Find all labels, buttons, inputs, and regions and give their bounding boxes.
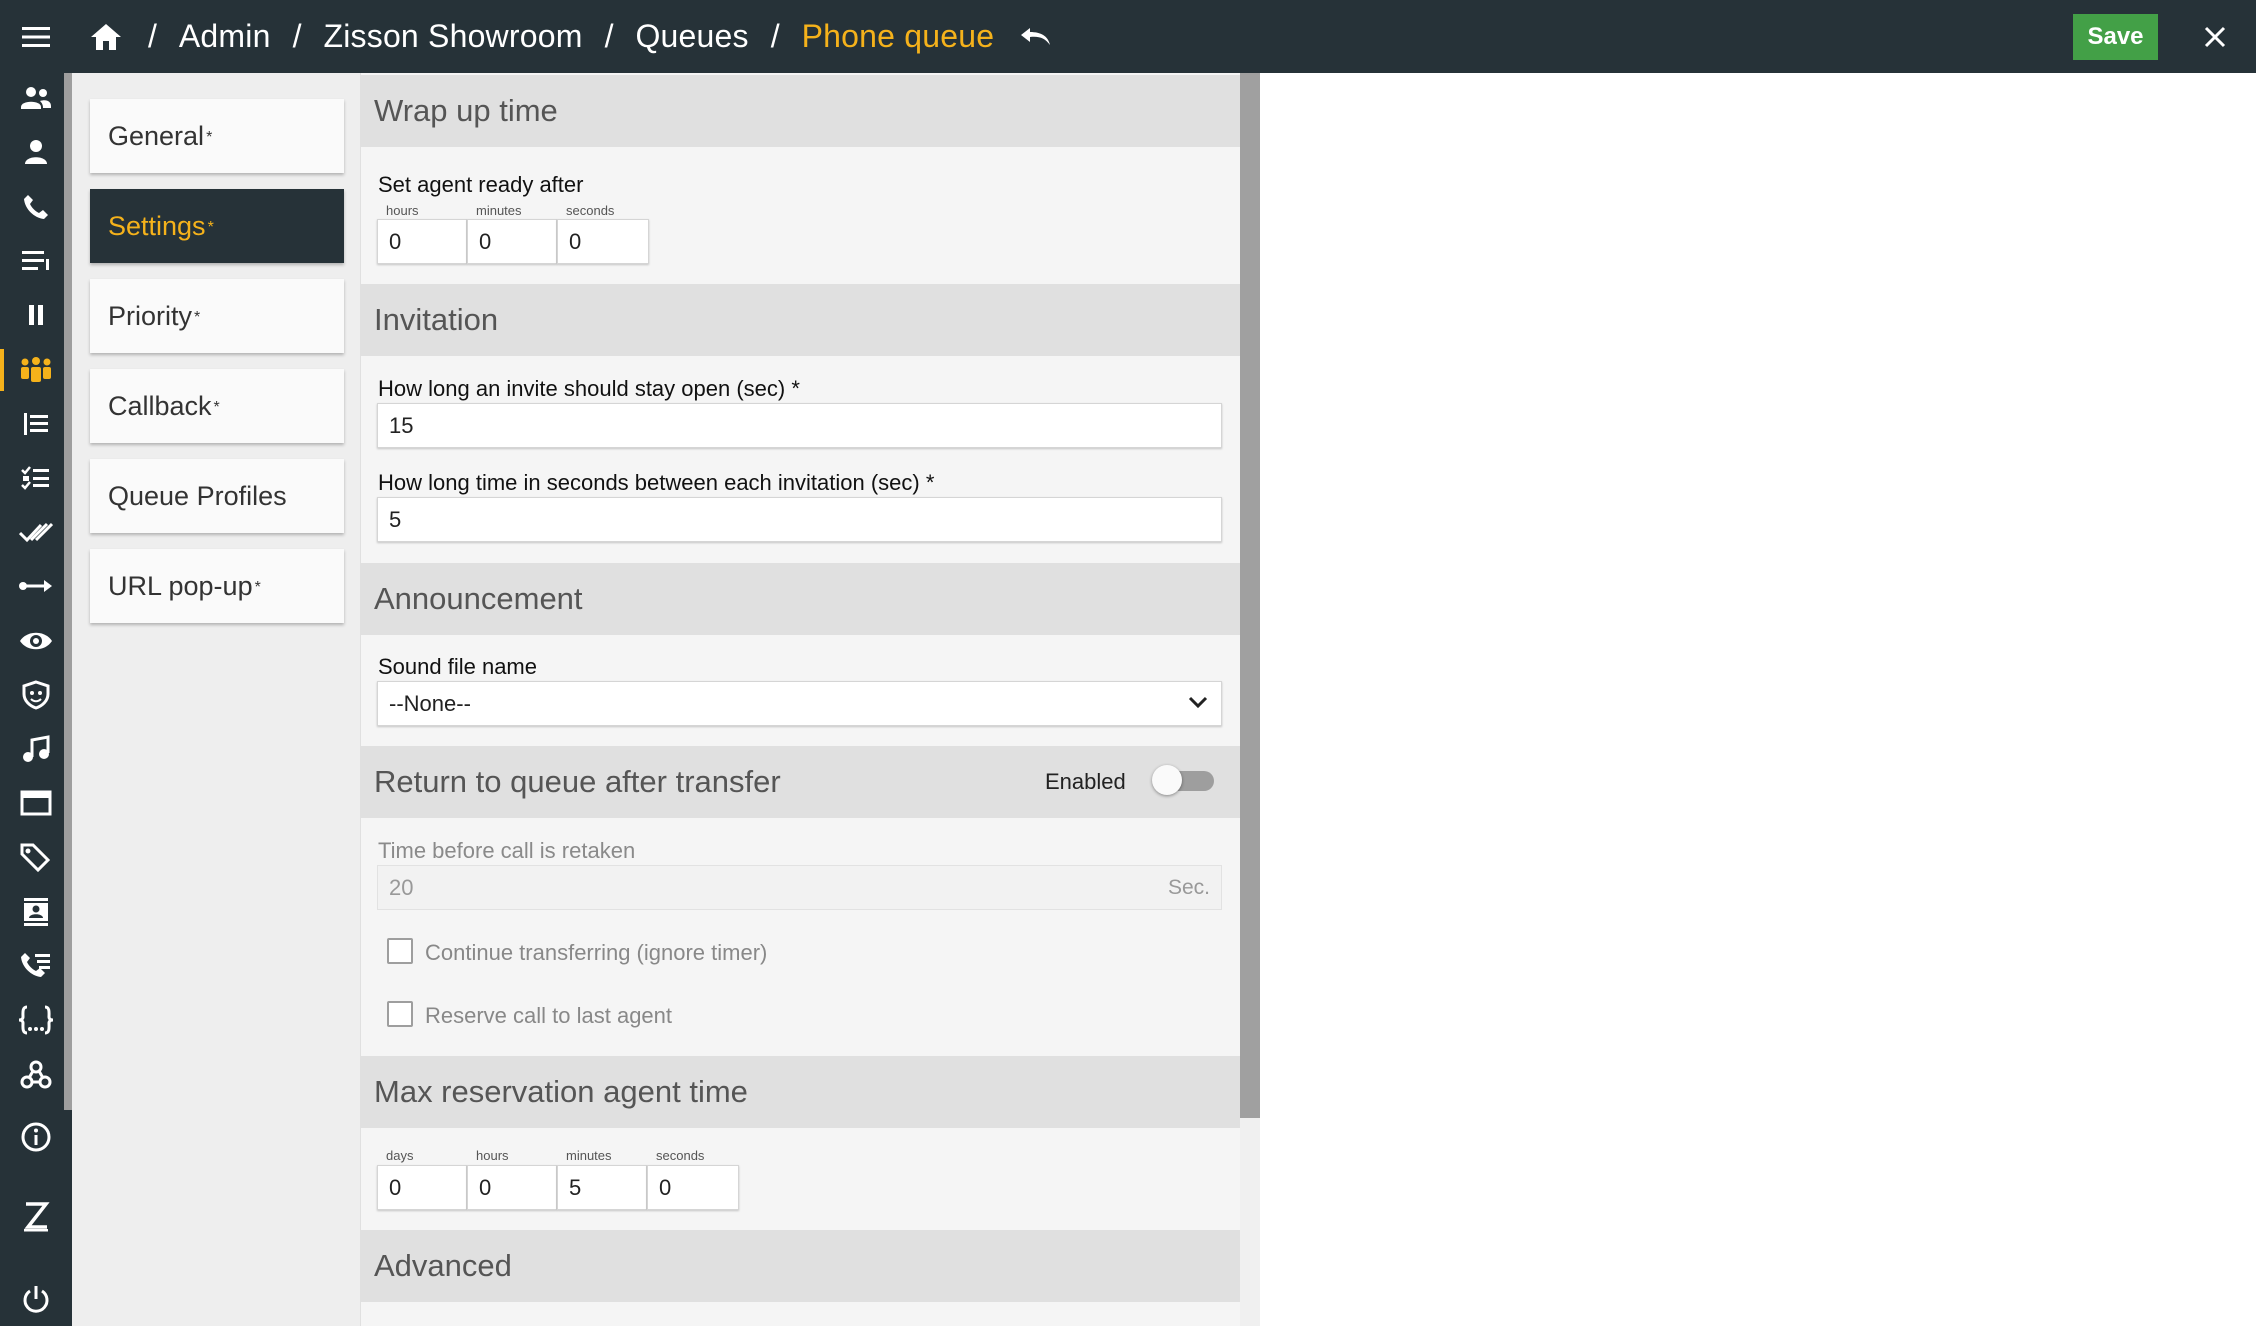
invite-open-input[interactable]: 15 (377, 403, 1222, 448)
tab-general[interactable]: General * (90, 99, 344, 173)
done-all-icon[interactable] (0, 505, 72, 559)
invite-open-label: How long an invite should stay open (sec… (378, 376, 800, 401)
undo-icon[interactable] (1016, 17, 1056, 57)
invite-between-label: How long time in seconds between each in… (378, 470, 935, 495)
settings-nav: General * Settings * Priority * Callback * Q… (72, 73, 360, 1326)
required-marker: * (194, 309, 201, 326)
tab-label: Priority (108, 300, 193, 331)
unit-label: hours (476, 1148, 509, 1163)
phone-icon[interactable] (0, 180, 72, 234)
unit-label: minutes (566, 1148, 612, 1163)
breadcrumb-organization[interactable]: Zisson Showroom (323, 18, 582, 55)
breadcrumb-current: Phone queue (801, 18, 995, 54)
wrap-up-hours-input[interactable]: 0 (377, 219, 467, 264)
max-reservation-days-input[interactable]: 0 (377, 1165, 467, 1210)
tab-queue-profiles[interactable]: Queue Profiles (90, 459, 344, 533)
list-icon[interactable] (0, 234, 72, 288)
call-log-icon[interactable] (0, 939, 72, 993)
tab-callback[interactable]: Callback * (90, 369, 344, 443)
tab-settings[interactable]: Settings * (90, 189, 344, 263)
music-icon[interactable] (0, 722, 72, 776)
required-marker: * (254, 579, 261, 596)
eye-icon[interactable] (0, 614, 72, 668)
save-button[interactable]: Save (2073, 14, 2158, 60)
tags-icon[interactable] (0, 830, 72, 884)
chevron-down-icon[interactable] (1188, 695, 1208, 714)
power-icon[interactable] (0, 1272, 72, 1326)
breadcrumb-admin[interactable]: Admin (179, 18, 271, 55)
time-before-retaken-label: Time before call is retaken (378, 838, 636, 863)
tab-label: URL pop-up (108, 570, 253, 601)
folder-icon[interactable] (0, 776, 72, 830)
reserve-last-agent-checkbox[interactable] (387, 1001, 413, 1027)
menu-icon[interactable] (0, 0, 72, 73)
seconds-unit: Sec. (1168, 876, 1211, 899)
home-icon[interactable] (86, 17, 126, 57)
breadcrumb-separator: / (292, 18, 302, 54)
section-announcement: Announcement (360, 563, 1240, 635)
tab-label: Callback (108, 390, 212, 421)
unit-label: hours (386, 203, 419, 218)
sound-file-value: --None-- (389, 690, 471, 716)
time-before-retaken-input[interactable]: 20 (377, 865, 1222, 910)
toggle-knob (1152, 765, 1182, 795)
unit-label: seconds (566, 203, 615, 218)
invite-between-input[interactable]: 5 (377, 497, 1222, 542)
enabled-label: Enabled (1045, 769, 1126, 794)
zisson-logo-icon[interactable] (0, 1189, 72, 1243)
wrap-up-seconds-input[interactable]: 0 (557, 219, 649, 264)
max-reservation-seconds-input[interactable]: 0 (647, 1165, 739, 1210)
unit-label: days (386, 1148, 414, 1163)
tab-url-popup[interactable]: URL pop-up * (90, 549, 344, 623)
close-icon[interactable] (2195, 17, 2235, 57)
section-max-reservation: Max reservation agent time (360, 1056, 1240, 1128)
required-marker: * (213, 399, 220, 416)
webhook-icon[interactable] (0, 1048, 72, 1102)
tab-label: Queue Profiles (108, 480, 287, 511)
tab-priority[interactable]: Priority * (90, 279, 344, 353)
max-reservation-hours-input[interactable]: 0 (467, 1165, 557, 1210)
transfer-icon[interactable] (0, 559, 72, 613)
top-bar: / Admin / Zisson Showroom / Queues / Pho… (0, 0, 2256, 73)
agents-icon[interactable] (0, 71, 72, 125)
set-agent-ready-label: Set agent ready after (378, 172, 584, 197)
unit-label: minutes (476, 203, 522, 218)
continue-transferring-label: Continue transferring (ignore timer) (425, 940, 768, 965)
shield-icon[interactable] (0, 668, 72, 722)
code-braces-icon[interactable] (0, 993, 72, 1047)
breadcrumb-separator: / (604, 18, 614, 54)
sound-file-label: Sound file name (378, 654, 537, 679)
pause-icon[interactable] (0, 288, 72, 342)
report-icon[interactable] (0, 397, 72, 451)
sound-file-select[interactable]: --None-- (377, 681, 1222, 726)
required-marker: * (207, 219, 214, 236)
section-invitation: Invitation (360, 284, 1240, 356)
form-scrollbar-thumb[interactable] (1240, 73, 1260, 1118)
return-to-queue-toggle[interactable] (1152, 765, 1216, 795)
info-icon[interactable] (0, 1110, 72, 1164)
tab-label: General (108, 120, 205, 151)
section-advanced: Advanced (360, 1230, 1240, 1302)
user-icon[interactable] (0, 125, 72, 179)
contact-card-icon[interactable] (0, 885, 72, 939)
section-wrap-up-time: Wrap up time (360, 75, 1240, 147)
queues-icon[interactable] (0, 343, 72, 397)
reserve-last-agent-label: Reserve call to last agent (425, 1003, 673, 1028)
breadcrumb-separator: / (770, 18, 780, 54)
continue-transferring-checkbox[interactable] (387, 938, 413, 964)
breadcrumb-queues[interactable]: Queues (635, 18, 748, 55)
breadcrumb-separator: / (148, 18, 157, 54)
wrap-up-minutes-input[interactable]: 0 (467, 219, 557, 264)
required-marker: * (206, 129, 213, 146)
checklist-icon[interactable] (0, 451, 72, 505)
max-reservation-minutes-input[interactable]: 5 (557, 1165, 647, 1210)
tab-label: Settings (108, 210, 206, 241)
breadcrumb: / Admin / Zisson Showroom / Queues / Pho… (72, 0, 1056, 73)
unit-label: seconds (656, 1148, 705, 1163)
